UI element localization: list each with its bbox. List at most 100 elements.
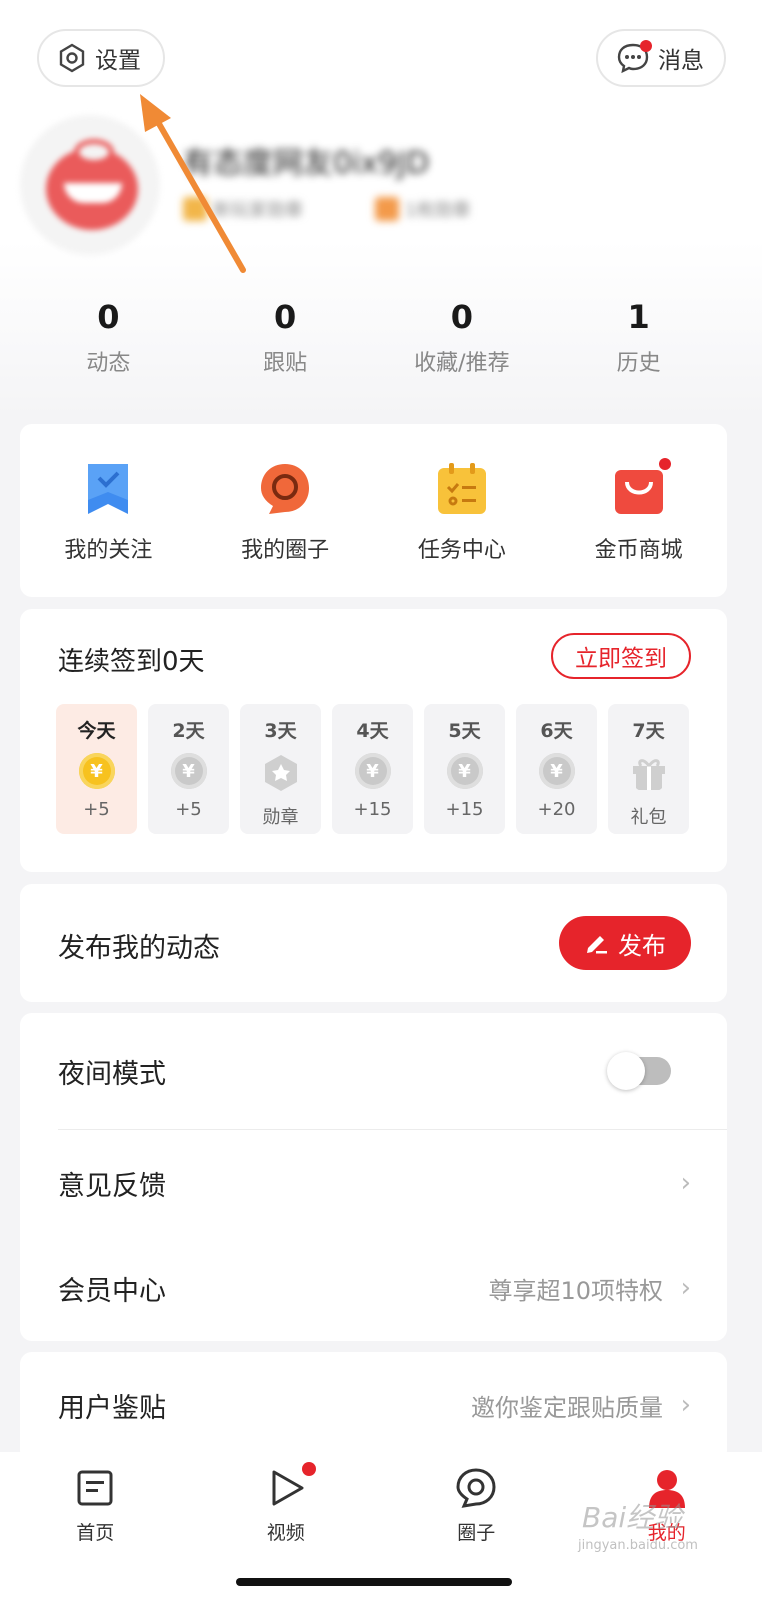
stat-label: 历史: [616, 351, 661, 376]
user-review-card: 用户鉴贴 邀你鉴定跟贴质量 ›: [20, 1352, 727, 1462]
my-circles-button[interactable]: 我的圈子: [197, 462, 374, 597]
my-follows-button[interactable]: 我的关注: [20, 462, 197, 597]
signin-day-5[interactable]: 5天 ¥ +15: [424, 704, 505, 834]
signin-day-1[interactable]: 今天 ¥ +5: [56, 704, 137, 834]
post-button-label: 发布: [618, 931, 666, 960]
signin-day-3[interactable]: 3天 勋章: [240, 704, 321, 834]
quick-action-label: 我的圈子: [241, 538, 330, 563]
feedback-row[interactable]: 意见反馈 ›: [20, 1130, 727, 1236]
signin-title: 连续签到0天: [58, 647, 205, 677]
stat-label: 收藏/推荐: [414, 351, 510, 376]
settings-icon: [59, 43, 85, 73]
medal-icon: [375, 197, 399, 221]
circles-icon: [456, 1468, 496, 1508]
stat-value: 0: [273, 298, 297, 336]
tab-home[interactable]: 首页: [0, 1466, 191, 1600]
coin-icon: ¥: [538, 753, 575, 789]
vip-hint: 尊享超10项特权: [488, 1276, 663, 1305]
coin-icon: ¥: [446, 753, 483, 789]
stat-value: 0: [450, 298, 473, 336]
avatar[interactable]: [20, 115, 160, 255]
home-indicator[interactable]: [236, 1578, 512, 1586]
new-dot: [301, 1462, 316, 1476]
signin-day-4[interactable]: 4天 ¥ +15: [332, 704, 413, 834]
quick-action-label: 任务中心: [417, 538, 506, 563]
night-mode-toggle[interactable]: [607, 1052, 671, 1090]
gold-coin-icon: ¥: [78, 753, 115, 789]
pencil-icon: [587, 936, 607, 954]
stat-value: 0: [97, 298, 120, 336]
user-review-label: 用户鉴贴: [58, 1392, 166, 1424]
post-title: 发布我的动态: [58, 933, 220, 964]
day-label: 2天: [172, 720, 205, 742]
signin-days: 今天 ¥ +5 2天 ¥ +5 3天 勋章 4天 ¥ +15 5天 ¥ +15: [56, 704, 689, 834]
coin-icon: ¥: [354, 753, 391, 789]
coin-icon: ¥: [170, 753, 207, 789]
gift-icon: [632, 759, 665, 790]
medal-count-badge[interactable]: 1枚勋章: [375, 196, 470, 222]
reward-label: +20: [537, 799, 576, 820]
watermark-url: jingyan.baidu.com: [578, 1538, 698, 1553]
messages-label: 消息: [658, 48, 704, 74]
settings-menu-card: 夜间模式 意见反馈 › 会员中心 尊享超10项特权 ›: [20, 1013, 727, 1341]
badge-label: 新玩家勋章: [213, 200, 303, 221]
play-icon: [264, 1462, 316, 1510]
reward-label: +5: [83, 799, 110, 820]
night-mode-label: 夜间模式: [58, 1058, 166, 1090]
signin-day-2[interactable]: 2天 ¥ +5: [148, 704, 229, 834]
message-bubble-icon: [616, 40, 652, 74]
reward-label: +15: [445, 799, 484, 820]
feedback-label: 意见反馈: [58, 1170, 166, 1202]
task-center-button[interactable]: 任务中心: [374, 462, 551, 597]
vip-center-row[interactable]: 会员中心 尊享超10项特权 ›: [20, 1235, 727, 1341]
stat-posts[interactable]: 0 动态: [20, 295, 197, 385]
messages-button[interactable]: 消息: [596, 29, 726, 87]
signin-card: 连续签到0天 立即签到 今天 ¥ +5 2天 ¥ +5 3天 勋章 4天 ¥ +…: [20, 609, 727, 872]
stat-label: 动态: [86, 351, 131, 376]
quick-action-label: 我的关注: [64, 538, 153, 563]
post-card: 发布我的动态 发布: [20, 884, 727, 1002]
watermark-logo: Bai经验: [582, 1501, 683, 1534]
stat-comments[interactable]: 0 跟贴: [197, 295, 374, 385]
badge-icon: [183, 197, 207, 221]
medal-icon: [264, 755, 297, 791]
stat-value: 1: [627, 298, 650, 336]
profile-badge[interactable]: 新玩家勋章: [183, 196, 303, 222]
night-mode-row: 夜间模式: [20, 1018, 727, 1124]
signin-day-6[interactable]: 6天 ¥ +20: [516, 704, 597, 834]
tab-label: 首页: [76, 1522, 115, 1544]
reward-label: +5: [175, 799, 202, 820]
day-label: 4天: [356, 720, 389, 742]
settings-button[interactable]: 设置: [37, 29, 165, 87]
quick-action-label: 金币商城: [594, 538, 683, 563]
username[interactable]: 有态度网友0ix9JD: [183, 138, 429, 182]
task-list-icon: [437, 463, 486, 514]
user-review-row[interactable]: 用户鉴贴 邀你鉴定跟贴质量 ›: [20, 1352, 727, 1458]
review-hint: 邀你鉴定跟贴质量: [471, 1393, 663, 1422]
reward-label: +15: [353, 799, 392, 820]
chevron-right-icon: ›: [680, 1168, 691, 1198]
bookmark-icon: [88, 464, 129, 514]
settings-label: 设置: [95, 48, 141, 74]
stat-history[interactable]: 1 历史: [550, 295, 727, 385]
coin-mall-button[interactable]: 金币商城: [550, 458, 727, 597]
medal-count-label: 1枚勋章: [405, 200, 471, 221]
post-button[interactable]: 发布: [559, 916, 691, 970]
shopping-bag-icon: [613, 458, 671, 516]
stat-label: 跟贴: [263, 351, 308, 376]
chevron-right-icon: ›: [680, 1273, 691, 1303]
day-label: 3天: [264, 720, 297, 742]
unread-dot: [640, 40, 652, 52]
vip-center-label: 会员中心: [58, 1275, 166, 1307]
day-label: 7天: [632, 720, 665, 742]
signin-button[interactable]: 立即签到: [551, 633, 691, 679]
quick-actions-card: 我的关注 我的圈子 任务中心 金币商城: [20, 424, 727, 597]
new-dot: [658, 458, 671, 470]
home-feed-icon: [77, 1470, 113, 1506]
reward-label: 勋章: [262, 807, 299, 828]
stat-favorites[interactable]: 0 收藏/推荐: [374, 295, 551, 385]
signin-day-7[interactable]: 7天 礼包: [608, 704, 689, 834]
tab-label: 圈子: [457, 1522, 496, 1544]
day-label: 5天: [448, 720, 481, 742]
reward-label: 礼包: [630, 807, 667, 828]
